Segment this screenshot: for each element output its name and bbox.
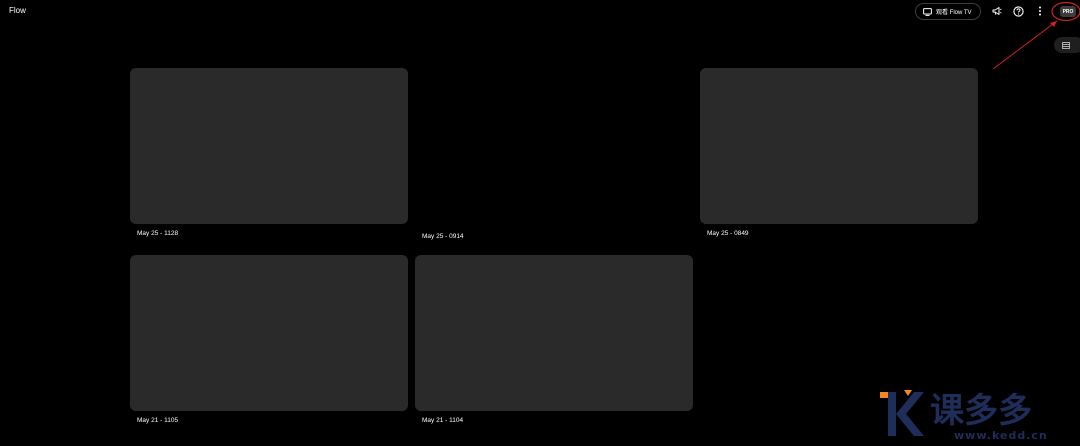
project-thumbnail[interactable] [700, 68, 978, 224]
megaphone-icon[interactable] [991, 5, 1003, 17]
project-title: May 25 - 1128 [137, 230, 179, 237]
pro-badge[interactable]: PRO [1060, 6, 1076, 17]
project-thumbnail[interactable] [415, 255, 693, 411]
project-card[interactable]: May 25 - 0849 [700, 68, 978, 237]
view-toggle[interactable] [1054, 37, 1080, 53]
project-thumbnail[interactable] [130, 68, 408, 224]
project-card[interactable]: May 25 - 0914 [415, 68, 693, 240]
project-card[interactable]: May 21 - 1105 [130, 255, 408, 424]
project-title: May 25 - 0849 [707, 230, 749, 237]
project-thumbnail[interactable] [415, 68, 693, 224]
watermark-logo: 课多多 www.kedd.cn [880, 390, 1048, 442]
flow-tv-label: 观看 Flow TV [936, 10, 972, 16]
project-thumbnail[interactable] [130, 255, 408, 411]
project-card[interactable]: May 25 - 1128 [130, 68, 408, 237]
annotation-arrow [992, 20, 1058, 70]
project-title: May 21 - 1104 [422, 417, 464, 424]
project-title: May 21 - 1105 [137, 417, 179, 424]
svg-text:课多多: 课多多 [930, 391, 1032, 431]
annotation-arrowhead [1050, 21, 1057, 27]
more-vert-icon[interactable] [1034, 5, 1046, 17]
tv-icon [923, 7, 932, 16]
grid-view-icon [1062, 36, 1070, 54]
svg-text:www.kedd.cn: www.kedd.cn [954, 429, 1048, 442]
project-card[interactable]: May 21 - 1104 [415, 255, 693, 424]
help-icon[interactable] [1012, 5, 1024, 17]
flow-tv-button[interactable]: 观看 Flow TV [915, 3, 981, 20]
project-title: May 25 - 0914 [422, 233, 464, 240]
app-title: Flow [9, 6, 26, 15]
